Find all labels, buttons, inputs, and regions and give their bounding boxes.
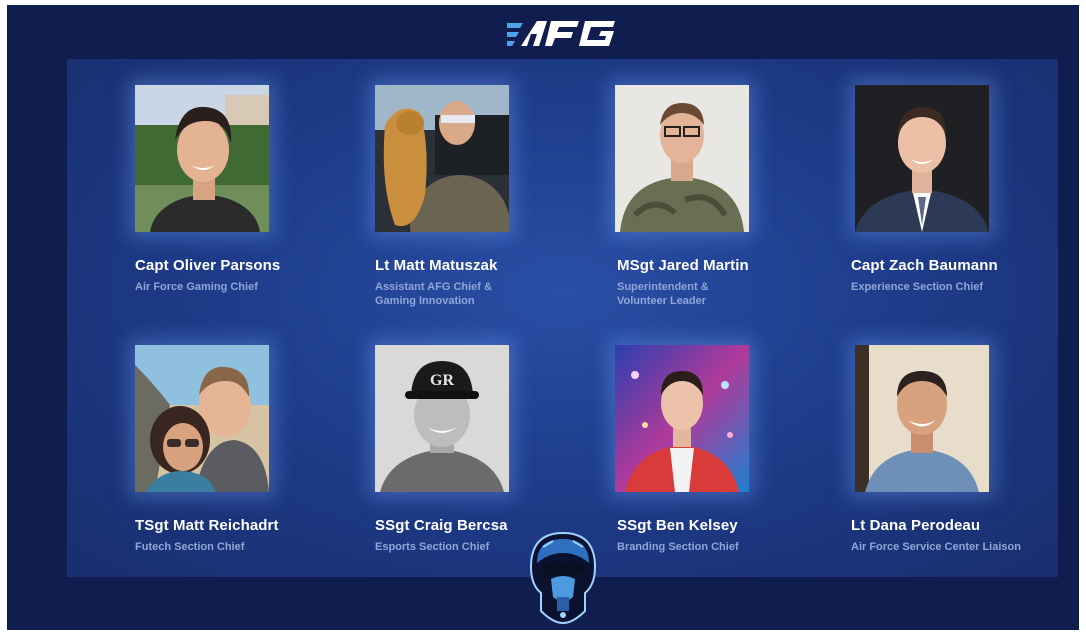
member-name: Capt Zach Baumann — [851, 257, 998, 274]
member-role: Assistant AFG Chief & — [375, 281, 492, 293]
team-slide: Capt Oliver Parsons Air Force Gaming Chi… — [7, 5, 1079, 630]
member-role: Futech Section Chief — [135, 541, 245, 553]
member-photo — [855, 85, 989, 232]
member-photo — [615, 345, 749, 492]
member-role: Experience Section Chief — [851, 281, 984, 293]
member-photo — [615, 85, 749, 232]
member-photo: GR — [375, 345, 509, 492]
member-photo — [135, 85, 269, 232]
page-frame: Capt Oliver Parsons Air Force Gaming Chi… — [0, 0, 1086, 635]
member-name: Lt Dana Perodeau — [851, 517, 981, 534]
member-name: MSgt Jared Martin — [617, 257, 749, 274]
member-name: Capt Oliver Parsons — [135, 257, 281, 274]
member-name: SSgt Craig Bercsa — [375, 517, 508, 534]
afg-logo — [507, 21, 615, 46]
member-name: TSgt Matt Reichadrt — [135, 517, 279, 534]
member-photo — [135, 345, 269, 492]
member-role: Branding Section Chief — [617, 541, 739, 553]
svg-text:GR: GR — [430, 372, 454, 389]
pilot-mask-mascot-icon — [529, 531, 597, 625]
member-role: Air Force Gaming Chief — [135, 281, 258, 293]
member-role: Volunteer Leader — [617, 295, 707, 307]
member-name: SSgt Ben Kelsey — [617, 517, 738, 534]
member-role: Superintendent & — [617, 281, 709, 293]
member-name: Lt Matt Matuszak — [375, 257, 498, 274]
member-role: Gaming Innovation — [375, 295, 475, 307]
member-role: Air Force Service Center Liaison — [851, 541, 1021, 553]
member-photo — [375, 85, 509, 232]
member-role: Esports Section Chief — [375, 541, 490, 553]
member-photo — [855, 345, 989, 492]
